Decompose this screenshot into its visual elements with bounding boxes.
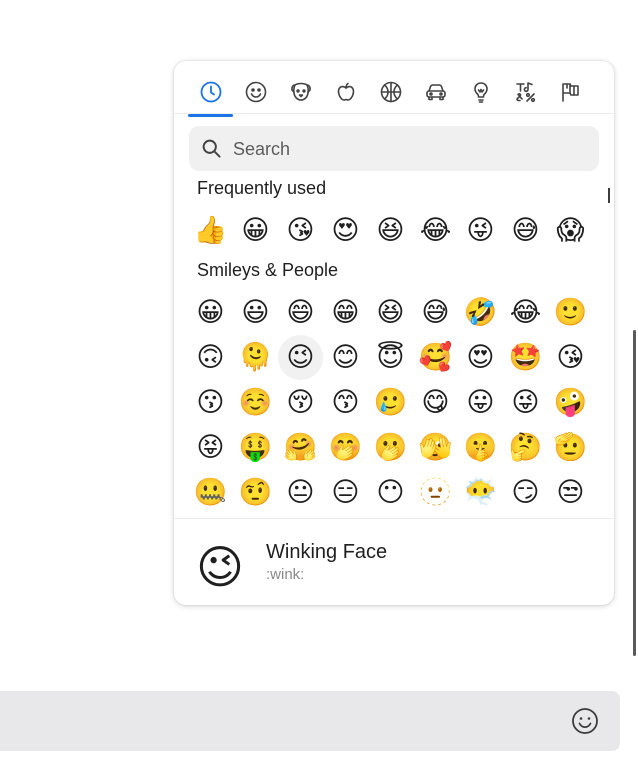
tab-travel[interactable] [413,69,458,115]
tab-objects[interactable] [458,69,503,115]
section-title-frequently-used: Frequently used [197,178,327,198]
preview-name: Winking Face [266,541,388,563]
emoji-item[interactable]: 😜 [503,380,548,425]
emoji-item[interactable]: 🥲 [368,380,413,425]
emoji-item[interactable]: 👍 [188,208,233,253]
car-icon [425,84,446,101]
emoji-item[interactable]: 😜 [458,208,503,253]
tab-smileys[interactable] [233,69,278,115]
emoji-item[interactable]: 😒 [548,470,593,515]
emoji-item[interactable]: 😘 [278,208,323,253]
emoji-row: 🤐 🤨 😐 😑 😶 🫥 😶‍🌫️ 😏 😒 [188,470,593,515]
recent-icon [200,81,221,103]
tab-symbols[interactable] [503,69,548,115]
emoji-scroll-area[interactable]: Frequently used 👍 😀 😘 😍 😆 😂 😜 😅 😱 Smiley… [174,173,614,517]
emoji-row: 😝 🤑 🤗 🤭 🫢 🫣 🤫 🤔 🫡 [188,425,593,470]
emoji-item[interactable]: 🥰 [413,335,458,380]
emoji-item[interactable]: 😄 [278,290,323,335]
emoji-picker: Frequently used 👍 😀 😘 😍 😆 😂 😜 😅 😱 Smiley… [174,61,614,605]
section-title-smileys-people: Smileys & People [197,260,339,280]
emoji-item[interactable]: 🫥 [413,470,458,515]
emoji-row: 🙃 🫠 😉 😊 😇 🥰 😍 🤩 😘 [188,335,593,380]
emoji-item[interactable]: 😚 [278,380,323,425]
apple-icon [337,82,354,101]
emoji-item[interactable]: 🤭 [323,425,368,470]
search-box[interactable] [189,126,599,173]
category-tabs [188,69,600,117]
emoji-item[interactable]: 😶 [368,470,413,515]
emoji-item[interactable]: 🤨 [233,470,278,515]
emoji-row: 😀 😃 😄 😁 😆 😅 🤣 😂 🙂 [188,290,593,335]
symbols-icon [515,82,535,103]
emoji-item[interactable]: 😂 [503,290,548,335]
tab-divider [174,113,614,114]
dog-icon [290,82,311,101]
emoji-item[interactable]: 🙂 [548,290,593,335]
emoji-item[interactable]: 😗 [188,380,233,425]
emoji-item[interactable]: 🙃 [188,335,233,380]
emoji-item[interactable]: 😁 [323,290,368,335]
emoji-item[interactable]: 😐 [278,470,323,515]
emoji-item[interactable]: 😊 [323,335,368,380]
emoji-item[interactable]: 🤩 [503,335,548,380]
emoji-item[interactable]: 😅 [413,290,458,335]
emoji-item[interactable]: 🫢 [368,425,413,470]
emoji-item[interactable]: 😀 [188,290,233,335]
tab-flags[interactable] [548,69,593,115]
emoji-item[interactable]: 🫣 [413,425,458,470]
emoji-item[interactable]: 😍 [458,335,503,380]
tab-activities[interactable] [368,69,413,115]
emoji-item[interactable]: 😶‍🌫️ [458,470,503,515]
emoji-item[interactable]: 😂 [413,208,458,253]
emoji-item[interactable]: 😑 [323,470,368,515]
emoji-item[interactable]: 😀 [233,208,278,253]
emoji-item[interactable]: 😆 [368,290,413,335]
page-scrollbar[interactable] [633,330,636,656]
emoji-item[interactable]: 😙 [323,380,368,425]
emoji-item[interactable]: 😘 [548,335,593,380]
flags-icon [561,83,579,102]
emoji-item[interactable]: 😛 [458,380,503,425]
emoji-row: 😗 ☺️ 😚 😙 🥲 😋 😛 😜 🤪 [188,380,593,425]
emoji-item[interactable]: 🫡 [548,425,593,470]
message-composer[interactable] [0,691,620,751]
tab-food[interactable] [323,69,368,115]
emoji-item[interactable]: 😆 [368,208,413,253]
emoji-item[interactable]: 🤔 [503,425,548,470]
emoji-item[interactable]: ☺️ [233,380,278,425]
emoji-item[interactable]: 😝 [188,425,233,470]
emoji-item[interactable]: 😱 [548,208,593,253]
emoji-item[interactable]: 🤪 [548,380,593,425]
emoji-item[interactable]: 🤑 [233,425,278,470]
emoji-item[interactable]: 😇 [368,335,413,380]
basketball-icon [380,81,401,103]
emoji-item-selected[interactable]: 😉 [278,335,323,380]
emoji-button[interactable] [570,706,600,736]
footer-divider [174,518,614,519]
tab-recent[interactable] [188,69,233,117]
emoji-list-scrollbar[interactable] [608,188,610,203]
tab-animals[interactable] [278,69,323,115]
smiley-icon [245,81,266,103]
emoji-item[interactable]: 😅 [503,208,548,253]
search-icon [202,139,221,158]
emoji-row: 👍 😀 😘 😍 😆 😂 😜 😅 😱 [188,208,593,253]
emoji-item[interactable]: 😋 [413,380,458,425]
emoji-item[interactable]: 😏 [503,470,548,515]
emoji-item[interactable]: 🤗 [278,425,323,470]
preview-emoji: 😉 [196,540,244,594]
emoji-item[interactable]: 😃 [233,290,278,335]
preview-shortcode: :wink: [266,566,305,583]
emoji-item[interactable]: 🤫 [458,425,503,470]
emoji-item[interactable]: 🤣 [458,290,503,335]
emoji-item[interactable]: 🫠 [233,335,278,380]
emoji-item[interactable]: 🤐 [188,470,233,515]
lightbulb-icon [473,82,488,103]
search-input[interactable] [231,126,585,173]
emoji-item[interactable]: 😍 [323,208,368,253]
